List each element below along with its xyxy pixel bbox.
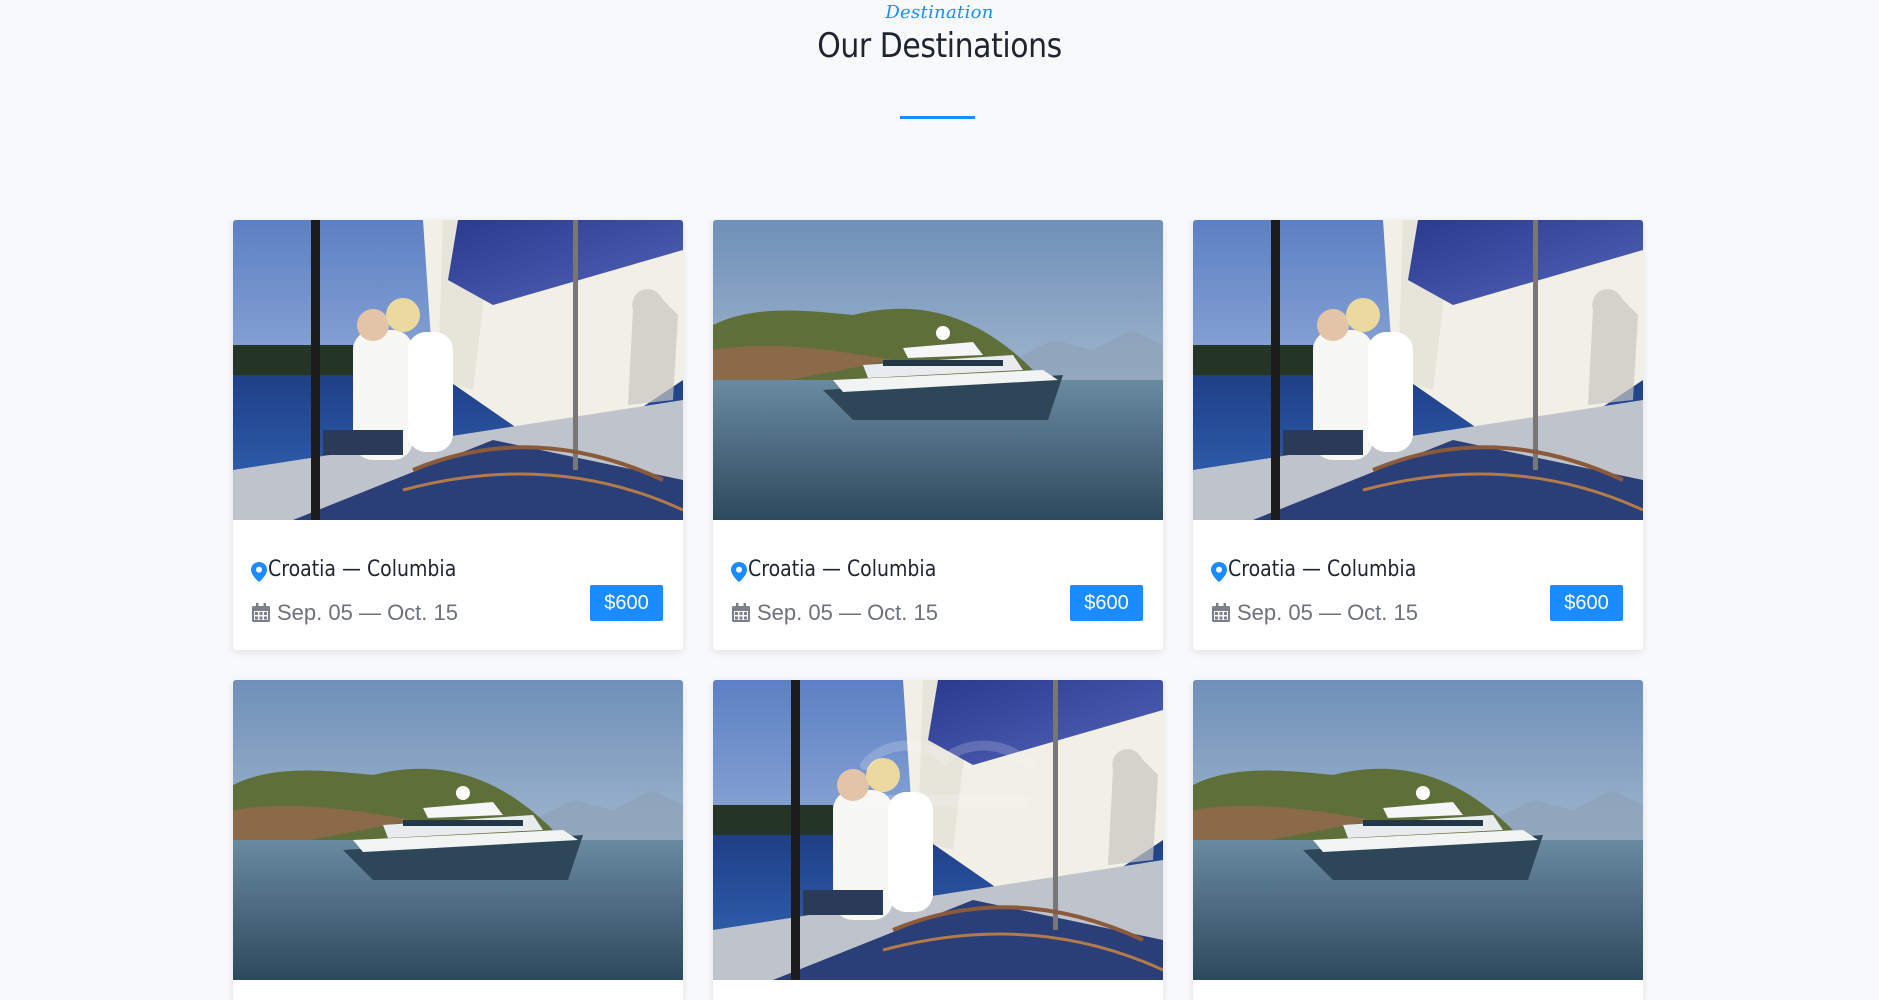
card-date-range: Sep. 05 — Oct. 15 [757, 600, 938, 625]
card-dates: Sep. 05 — Oct. 15 [1211, 600, 1418, 626]
yacht-bay-photo[interactable] [233, 680, 683, 980]
card-location: Croatia — Columbia [268, 557, 457, 582]
page-title: Our Destinations [817, 26, 1062, 66]
destination-card[interactable]: Croatia — Columbia Sep. 05 — Oct. 15 $60… [713, 220, 1163, 650]
destination-card[interactable]: Croatia — Columbia Sep. 05 — Oct. 15 $60… [1193, 220, 1643, 650]
price-badge[interactable]: $600 [1550, 585, 1623, 621]
calendar-icon [252, 603, 270, 622]
map-pin-icon [1211, 561, 1227, 582]
destination-card[interactable] [233, 680, 683, 1000]
map-pin-icon [731, 561, 747, 582]
yacht-bay-photo[interactable] [1193, 680, 1643, 980]
map-pin-icon [251, 561, 267, 582]
card-title[interactable]: Croatia — Columbia [731, 557, 967, 582]
title-underline [900, 116, 975, 119]
section-subtitle: Destination [885, 2, 994, 23]
destination-card[interactable] [1193, 680, 1643, 1000]
card-dates: Sep. 05 — Oct. 15 [251, 600, 458, 626]
card-date-range: Sep. 05 — Oct. 15 [277, 600, 458, 625]
card-location: Croatia — Columbia [748, 557, 937, 582]
card-date-range: Sep. 05 — Oct. 15 [1237, 600, 1418, 625]
price-badge[interactable]: $600 [1070, 585, 1143, 621]
calendar-icon [732, 603, 750, 622]
destination-card[interactable] [713, 680, 1163, 1000]
sailboat-couple-photo[interactable] [233, 220, 683, 520]
card-title[interactable]: Croatia — Columbia [1211, 557, 1447, 582]
sailboat-couple-photo[interactable] [713, 680, 1163, 980]
card-title[interactable]: Croatia — Columbia [251, 557, 487, 582]
sailboat-couple-photo[interactable] [1193, 220, 1643, 520]
card-dates: Sep. 05 — Oct. 15 [731, 600, 938, 626]
yacht-bay-photo[interactable] [713, 220, 1163, 520]
destination-card[interactable]: Croatia — Columbia Sep. 05 — Oct. 15 $60… [233, 220, 683, 650]
price-badge[interactable]: $600 [590, 585, 663, 621]
card-location: Croatia — Columbia [1228, 557, 1417, 582]
calendar-icon [1212, 603, 1230, 622]
